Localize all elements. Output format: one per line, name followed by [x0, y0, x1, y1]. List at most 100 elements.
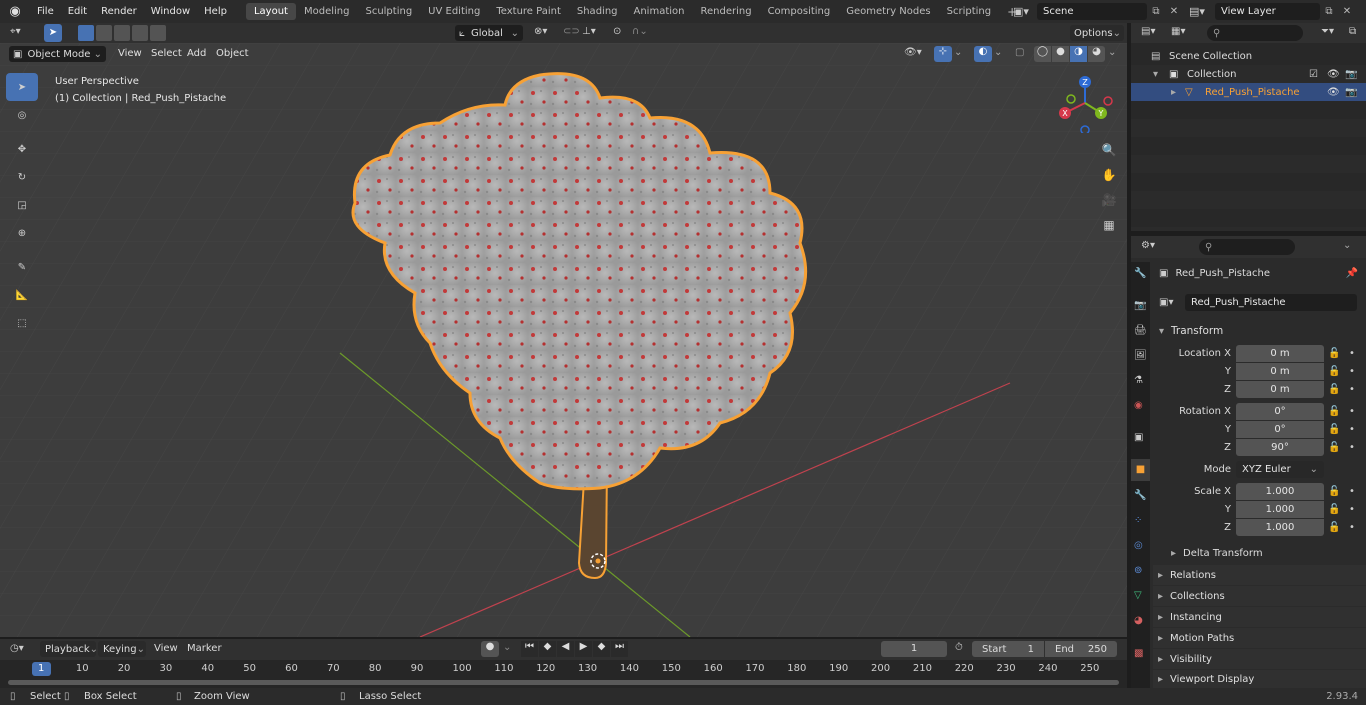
keyframe-dot-icon[interactable]: • — [1349, 504, 1355, 515]
chevron-down-icon[interactable]: ⌄ — [1343, 240, 1351, 251]
data-tab-icon[interactable]: ▽ — [1134, 590, 1142, 601]
select-invert-icon[interactable] — [132, 25, 148, 41]
tool-tab-icon[interactable]: 🔧 — [1134, 268, 1146, 279]
navigation-gizmo[interactable]: Z X Y — [1055, 73, 1115, 133]
world-tab-icon[interactable]: ◉ — [1134, 400, 1143, 411]
transform-tool-icon[interactable]: ⊕ — [6, 219, 38, 247]
chevron-down-icon[interactable]: ⌄ — [994, 47, 1002, 58]
keying-menu[interactable]: Keying ⌄ — [98, 641, 146, 657]
outliner-row-scene-collection[interactable]: ▤ Scene Collection — [1131, 47, 1366, 65]
object-tab-icon[interactable]: ■ — [1131, 459, 1150, 481]
scene-tab-icon[interactable]: ⚗ — [1134, 375, 1143, 386]
menu-edit[interactable]: Edit — [61, 6, 94, 17]
rotation-mode-dropdown[interactable]: XYZ Euler ⌄ — [1236, 460, 1324, 478]
viewport-display-panel-header[interactable]: ▸ Viewport Display — [1153, 670, 1366, 688]
tab-compositing[interactable]: Compositing — [760, 3, 839, 20]
lock-icon[interactable]: 🔓 — [1328, 348, 1340, 359]
select-intersect-icon[interactable] — [150, 25, 166, 41]
proportional-edit-icon[interactable]: ⊙ — [613, 26, 621, 37]
modifier-tab-icon[interactable]: 🔧 — [1134, 490, 1146, 501]
stopwatch-icon[interactable]: ⏱ — [955, 642, 963, 653]
wireframe-shading-icon[interactable]: ◯ — [1034, 46, 1051, 62]
outliner-editor-icon[interactable]: ▤▾ — [1141, 26, 1155, 37]
lock-icon[interactable]: 🔓 — [1328, 504, 1340, 515]
rotate-tool-icon[interactable]: ↻ — [6, 163, 38, 191]
gizmo-toggle-icon[interactable]: ⊹ — [934, 46, 952, 62]
jump-start-icon[interactable]: ⏮ — [521, 641, 538, 657]
chevron-right-icon[interactable]: ▸ — [1171, 87, 1176, 98]
transform-panel-header[interactable]: ▾ Transform — [1159, 321, 1364, 341]
menu-view[interactable]: View — [118, 48, 142, 59]
keyframe-dot-icon[interactable]: • — [1349, 406, 1355, 417]
output-tab-icon[interactable]: 🖨 — [1134, 325, 1147, 336]
view-layer-icon[interactable]: ▤▾ — [1189, 5, 1215, 18]
scene-icon[interactable]: ▣▾ — [1013, 5, 1037, 18]
keyframe-dot-icon[interactable]: • — [1349, 384, 1355, 395]
eye-icon[interactable]: 👁 — [1327, 87, 1340, 98]
pan-hand-icon[interactable]: ✋ — [1098, 168, 1120, 193]
outliner-row-collection[interactable]: ▾ ▣ Collection ☑ 👁 📷 — [1131, 65, 1366, 83]
3d-viewport[interactable]: User Perspective (1) Collection | Red_Pu… — [0, 43, 1127, 637]
editor-type-icon[interactable]: ⌖▾ — [10, 26, 21, 37]
add-cube-tool-icon[interactable]: ⬚ — [6, 309, 38, 337]
menu-object[interactable]: Object — [216, 48, 249, 59]
grid-perspective-icon[interactable]: ▦ — [1098, 218, 1120, 243]
collection-tab-icon[interactable]: ▣ — [1134, 432, 1143, 443]
measure-tool-icon[interactable]: 📐 — [6, 281, 38, 309]
motion-paths-panel-header[interactable]: ▸ Motion Paths — [1153, 628, 1366, 648]
tab-rendering[interactable]: Rendering — [692, 3, 759, 20]
collections-panel-header[interactable]: ▸ Collections — [1153, 586, 1366, 606]
material-shading-icon[interactable]: ◑ — [1070, 46, 1087, 62]
zoom-icon[interactable]: 🔍 — [1098, 143, 1120, 168]
eye-icon[interactable]: 👁 — [1327, 69, 1340, 80]
tab-texture-paint[interactable]: Texture Paint — [488, 3, 569, 20]
keyframe-dot-icon[interactable]: • — [1349, 348, 1355, 359]
menu-help[interactable]: Help — [197, 6, 234, 17]
properties-editor-icon[interactable]: ⚙▾ — [1141, 240, 1155, 251]
camera-icon[interactable]: 📷 — [1345, 69, 1357, 80]
outliner-row-object[interactable]: ▸ ▽ Red_Push_Pistache 👁 📷 — [1131, 83, 1366, 101]
scale-x-field[interactable]: 1.000 — [1236, 482, 1324, 500]
chevron-down-icon[interactable]: ⌄ — [1108, 47, 1116, 58]
camera-icon[interactable]: 📷 — [1345, 87, 1357, 98]
keyframe-dot-icon[interactable]: • — [1349, 442, 1355, 453]
physics-tab-icon[interactable]: ◎ — [1134, 540, 1143, 551]
scene-field[interactable]: Scene — [1037, 3, 1147, 20]
menu-select[interactable]: Select — [151, 48, 182, 59]
timeline-scrollbar[interactable] — [8, 680, 1119, 685]
prev-keyframe-icon[interactable]: ◆ — [539, 641, 556, 657]
delete-scene-icon[interactable]: ✕ — [1165, 6, 1183, 17]
rotation-z-field[interactable]: 90° — [1236, 438, 1324, 456]
instancing-panel-header[interactable]: ▸ Instancing — [1153, 607, 1366, 627]
tab-shading[interactable]: Shading — [569, 3, 626, 20]
play-reverse-icon[interactable]: ◀ — [557, 641, 574, 657]
overlays-toggle-icon[interactable]: ◐ — [974, 46, 992, 62]
falloff-icon[interactable]: ∩⌄ — [632, 26, 648, 37]
lock-icon[interactable]: 🔓 — [1328, 424, 1340, 435]
snap-target-icon[interactable]: ⊥▾ — [582, 26, 596, 37]
cursor-tool-icon[interactable]: ◎ — [6, 101, 38, 129]
view-layer-field[interactable]: View Layer — [1215, 3, 1320, 20]
delta-transform-header[interactable]: ▸ Delta Transform — [1171, 544, 1263, 562]
scale-y-field[interactable]: 1.000 — [1236, 500, 1324, 518]
options-dropdown[interactable]: Options ⌄ — [1070, 25, 1124, 41]
menu-render[interactable]: Render — [94, 6, 144, 17]
record-button[interactable]: ● — [481, 641, 499, 657]
lock-icon[interactable]: 🔓 — [1328, 366, 1340, 377]
properties-search-input[interactable]: ⚲ — [1199, 239, 1295, 255]
playback-menu[interactable]: Playback ⌄ — [40, 641, 98, 657]
particles-tab-icon[interactable]: ⁘ — [1134, 515, 1142, 526]
tab-layout[interactable]: Layout — [245, 3, 296, 20]
select-box-tool-icon[interactable]: ➤ — [6, 73, 38, 101]
rotation-y-field[interactable]: 0° — [1236, 420, 1324, 438]
timeline-editor-icon[interactable]: ◷▾ — [10, 643, 24, 654]
pin-icon[interactable]: 📌 — [1346, 268, 1358, 279]
new-collection-icon[interactable]: ⧉ — [1349, 26, 1356, 37]
play-icon[interactable]: ▶ — [575, 641, 592, 657]
chevron-down-icon[interactable]: ⌄ — [954, 47, 962, 58]
active-tool-icon[interactable]: ➤ — [44, 24, 62, 42]
solid-shading-icon[interactable]: ● — [1052, 46, 1069, 62]
new-view-layer-icon[interactable]: ⧉ — [1320, 6, 1338, 17]
location-x-field[interactable]: 0 m — [1236, 344, 1324, 362]
start-frame-field[interactable]: Start 1 — [972, 641, 1044, 657]
